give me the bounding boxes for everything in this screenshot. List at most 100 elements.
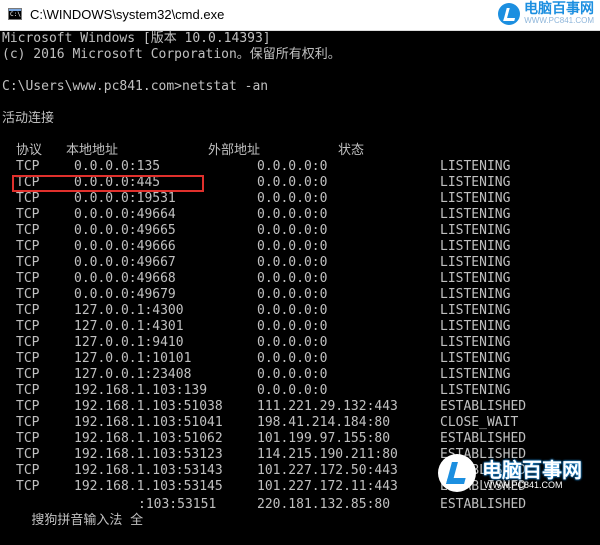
section-title: 活动连接: [2, 111, 55, 126]
row-state: CLOSE_WAIT: [440, 415, 519, 430]
row-protocol: TCP: [16, 399, 40, 414]
row-local-address: 192.168.1.103:51041: [74, 415, 223, 430]
row-local-address: 127.0.0.1:4300: [74, 303, 184, 318]
watermark-logo-bottom: 电脑百事网 WWW.PC841.COM: [438, 450, 598, 502]
row-protocol: TCP: [16, 367, 40, 382]
row-protocol: TCP: [16, 255, 40, 270]
row-protocol: TCP: [16, 463, 40, 478]
row-foreign-address: 101.227.172.11:443: [257, 479, 398, 494]
row-protocol: TCP: [16, 447, 40, 462]
row-foreign-address: 0.0.0.0:0: [257, 367, 328, 382]
row-foreign-address: 0.0.0.0:0: [257, 175, 328, 190]
row-local-address: 192.168.1.103:53123: [74, 447, 223, 462]
row-protocol: TCP: [16, 159, 40, 174]
row-protocol: TCP: [16, 303, 40, 318]
row-foreign-address: 0.0.0.0:0: [257, 239, 328, 254]
header-protocol: 协议: [16, 143, 43, 158]
row-foreign-address: 0.0.0.0:0: [257, 271, 328, 286]
row-foreign-address: 0.0.0.0:0: [257, 159, 328, 174]
ime-row-local: :103:53151: [138, 497, 217, 512]
row-foreign-address: 101.227.172.50:443: [257, 463, 398, 478]
row-foreign-address: 0.0.0.0:0: [257, 335, 328, 350]
row-local-address: 192.168.1.103:51062: [74, 431, 223, 446]
brand-logo-icon: [438, 454, 476, 492]
watermark-url: WWW.PC841.COM: [524, 16, 594, 25]
row-state: LISTENING: [440, 175, 511, 190]
row-foreign-address: 0.0.0.0:0: [257, 351, 328, 366]
row-state: LISTENING: [440, 351, 511, 366]
console-line: Microsoft Windows [版本 10.0.14393]: [2, 31, 271, 46]
row-foreign-address: 0.0.0.0:0: [257, 191, 328, 206]
row-state: LISTENING: [440, 271, 511, 286]
row-protocol: TCP: [16, 191, 40, 206]
row-state: LISTENING: [440, 239, 511, 254]
row-state: LISTENING: [440, 287, 511, 302]
row-foreign-address: 101.199.97.155:80: [257, 431, 391, 446]
brand-logo-icon: [498, 2, 520, 25]
ime-indicator[interactable]: 搜狗拼音输入法 全: [31, 513, 151, 528]
row-state: LISTENING: [440, 335, 511, 350]
ime-row-foreign: 220.181.132.85:80: [257, 497, 391, 512]
row-local-address: 0.0.0.0:135: [74, 159, 161, 174]
row-state: LISTENING: [440, 255, 511, 270]
row-local-address: 0.0.0.0:49664: [74, 207, 176, 222]
row-protocol: TCP: [16, 415, 40, 430]
row-foreign-address: 114.215.190.211:80: [257, 447, 398, 462]
row-protocol: TCP: [16, 351, 40, 366]
row-protocol: TCP: [16, 271, 40, 286]
row-local-address: 192.168.1.103:53143: [74, 463, 223, 478]
row-state: LISTENING: [440, 383, 511, 398]
row-state: LISTENING: [440, 223, 511, 238]
row-local-address: 0.0.0.0:49667: [74, 255, 176, 270]
row-local-address: 192.168.1.103:53145: [74, 479, 223, 494]
row-protocol: TCP: [16, 223, 40, 238]
row-state: LISTENING: [440, 319, 511, 334]
row-local-address: 0.0.0.0:49668: [74, 271, 176, 286]
title-bar: C:\WINDOWS\system32\cmd.exe 电脑百事网 WWW.PC…: [0, 0, 600, 31]
row-foreign-address: 0.0.0.0:0: [257, 255, 328, 270]
row-state: ESTABLISHED: [440, 431, 527, 446]
row-local-address: 0.0.0.0:49665: [74, 223, 176, 238]
header-state: 状态: [338, 143, 365, 158]
header-local: 本地地址: [66, 143, 119, 158]
row-local-address: 127.0.0.1:4301: [74, 319, 184, 334]
row-protocol: TCP: [16, 335, 40, 350]
row-local-address: 127.0.0.1:9410: [74, 335, 184, 350]
ime-status-line: 搜狗拼音输入法 全: [0, 497, 151, 545]
row-foreign-address: 0.0.0.0:0: [257, 383, 328, 398]
row-state: ESTABLISHED: [440, 399, 527, 414]
row-foreign-address: 0.0.0.0:0: [257, 287, 328, 302]
row-protocol: TCP: [16, 431, 40, 446]
highlight-box: [12, 175, 204, 192]
row-local-address: 127.0.0.1:23408: [74, 367, 192, 382]
header-foreign: 外部地址: [208, 143, 261, 158]
row-protocol: TCP: [16, 287, 40, 302]
row-state: LISTENING: [440, 303, 511, 318]
row-protocol: TCP: [16, 207, 40, 222]
row-state: LISTENING: [440, 207, 511, 222]
row-foreign-address: 198.41.214.184:80: [257, 415, 391, 430]
console-output[interactable]: Microsoft Windows [版本 10.0.14393] (c) 20…: [0, 31, 600, 528]
row-protocol: TCP: [16, 319, 40, 334]
row-local-address: 192.168.1.103:139: [74, 383, 208, 398]
row-local-address: 127.0.0.1:10101: [74, 351, 192, 366]
row-local-address: 0.0.0.0:49666: [74, 239, 176, 254]
row-foreign-address: 0.0.0.0:0: [257, 303, 328, 318]
row-protocol: TCP: [16, 479, 40, 494]
row-state: LISTENING: [440, 191, 511, 206]
watermark-url-small: WWW.PC841.COM: [484, 480, 563, 490]
row-protocol: TCP: [16, 239, 40, 254]
row-state: LISTENING: [440, 367, 511, 382]
row-foreign-address: 0.0.0.0:0: [257, 207, 328, 222]
watermark-logo-top: 电脑百事网 WWW.PC841.COM: [498, 2, 594, 25]
row-protocol: TCP: [16, 383, 40, 398]
row-foreign-address: 0.0.0.0:0: [257, 319, 328, 334]
watermark-brand: 电脑百事网: [524, 1, 594, 17]
console-line: (c) 2016 Microsoft Corporation。保留所有权利。: [2, 47, 341, 62]
row-foreign-address: 111.221.29.132:443: [257, 399, 398, 414]
row-local-address: 0.0.0.0:19531: [74, 191, 176, 206]
row-foreign-address: 0.0.0.0:0: [257, 223, 328, 238]
window-title: C:\WINDOWS\system32\cmd.exe: [30, 7, 225, 22]
cmd-icon: [8, 8, 22, 20]
console-line: C:\Users\www.pc841.com>netstat -an: [2, 79, 269, 94]
